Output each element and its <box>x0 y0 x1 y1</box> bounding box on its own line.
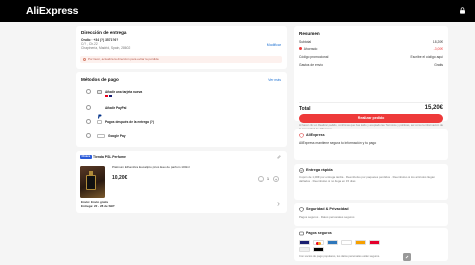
top-bar: AliExpress <box>0 0 475 22</box>
truck-icon <box>299 168 304 173</box>
security-card: Seguridad & Privacidad Pagos seguros · D… <box>294 203 448 226</box>
product-title[interactable]: Platinum Elhambra Eucalipto privé Eau de… <box>112 165 190 169</box>
total-label: Total <box>299 106 311 112</box>
summary-row-subtotal: Subtotal 18,20€ <box>299 40 443 44</box>
feedback-button[interactable] <box>403 253 411 261</box>
radio-button[interactable] <box>86 119 91 124</box>
amex-icon <box>327 240 338 245</box>
decrease-quantity-button[interactable]: - <box>258 176 264 182</box>
savings-dot-icon <box>299 47 302 50</box>
aliexpress-logo[interactable]: AliExpress <box>26 5 78 17</box>
secure-payments-title: Pagos seguros <box>306 231 332 235</box>
maestro-icon <box>355 240 366 245</box>
summary-card: Resumen Subtotal 18,20€ Ahorrado -3,00€ … <box>294 26 448 123</box>
address-card: Dirección de entrega Ondio · +34 (?) 357… <box>76 26 287 69</box>
warning-icon <box>83 58 86 61</box>
card-brand-icon <box>369 240 380 245</box>
pencil-icon <box>405 255 409 259</box>
radio-button[interactable] <box>86 105 91 110</box>
radio-button[interactable] <box>86 133 91 138</box>
summary-row-savings: Ahorrado -3,00€ <box>299 47 443 51</box>
address-title: Dirección de entrega <box>81 30 127 35</box>
payment-option-pay-later[interactable]: Pagos después de la entrega (?) <box>80 119 280 129</box>
row-label: Ahorrado <box>303 47 318 51</box>
klarna-logo-icon <box>299 247 310 252</box>
apple-pay-icon <box>313 247 324 252</box>
fast-delivery-text: Cupón de 1,00€ por entrega tardía · Reem… <box>299 175 435 183</box>
payment-option-label: Añadir PayPal <box>105 106 127 110</box>
security-title[interactable]: Seguridad & Privacidad <box>306 207 349 211</box>
fast-delivery-title[interactable]: Entrega rápida <box>306 168 333 172</box>
address-warning: Por favor, actualiza la dirección para e… <box>80 56 282 63</box>
summary-row-promo[interactable]: Código promocional Escribe el código aqu… <box>299 55 443 59</box>
shield-check-icon <box>299 207 304 212</box>
security-text: Pagos seguros · Datos personales seguros <box>299 215 355 219</box>
visa-icon <box>109 95 112 97</box>
address-warning-text: Por favor, actualiza la dirección para e… <box>88 57 159 61</box>
summary-row-shipping: Gastos de envío Gratis <box>299 63 443 67</box>
address-city: Chapinería, Madrid, Spain, 28602 <box>81 46 131 50</box>
card-icon <box>97 90 102 94</box>
gpay-icon <box>97 134 105 138</box>
promo-code-input[interactable]: Escribe el código aquí <box>411 55 443 59</box>
payment-title: Métodos de pago <box>81 77 119 82</box>
lock-icon <box>460 7 465 14</box>
payment-option-label: Pagos después de la entrega (?) <box>105 120 154 124</box>
row-value: 18,20€ <box>432 40 443 44</box>
choice-badge: Choice <box>80 155 92 159</box>
order-card: Choice Tienda PSL Perfume Platinum Elham… <box>76 151 287 213</box>
payment-logos <box>299 240 443 254</box>
mastercard-icon <box>313 240 324 245</box>
edit-icon[interactable] <box>277 155 281 159</box>
row-value: -3,00€ <box>433 47 443 51</box>
increase-quantity-button[interactable]: + <box>273 176 279 182</box>
secure-payments-card: Pagos seguros Con socios de pago popular… <box>294 228 448 261</box>
mastercard-icon <box>105 95 108 97</box>
shield-icon <box>299 133 304 138</box>
paypal-logo-icon <box>341 240 352 245</box>
store-name[interactable]: Tienda PSL Perfume <box>93 155 126 159</box>
secure-payments-text: Con socios de pago populares, tus datos … <box>299 255 380 258</box>
quantity-value: 1 <box>267 177 269 181</box>
payment-option-label: Añadir una tarjeta nueva <box>105 90 143 94</box>
brand-trust-text: AliExpress mantiene segura tu informació… <box>299 141 377 145</box>
fast-delivery-card: Entrega rápida Cupón de 1,00€ por entreg… <box>294 164 448 200</box>
payment-methods-card: Métodos de pago Ver más Añadir una tarje… <box>76 72 287 147</box>
row-label: Gastos de envío <box>299 63 324 67</box>
product-image[interactable] <box>80 166 105 198</box>
divider <box>299 102 443 103</box>
brand-name: AliExpress <box>306 133 325 137</box>
delivery-date: Entrega: 22 - 28 de SEP <box>81 204 115 208</box>
view-all-payment-link[interactable]: Ver más <box>268 78 281 82</box>
card-lock-icon <box>299 231 304 236</box>
payment-option-paypal[interactable]: Añadir PayPal <box>80 105 280 119</box>
row-value: Gratis <box>434 63 443 67</box>
visa-icon <box>299 240 310 245</box>
row-label: Subtotal <box>299 40 312 44</box>
row-label: Código promocional <box>299 55 329 59</box>
summary-title: Resumen <box>299 31 320 36</box>
payment-option-label: Google Pay <box>108 134 126 138</box>
payment-option-google-pay[interactable]: Google Pay <box>80 133 280 143</box>
place-order-button[interactable]: Realizar pedido <box>299 114 443 123</box>
payment-option-new-card[interactable]: Añadir una tarjeta nueva <box>80 89 280 99</box>
klarna-icon <box>97 120 102 124</box>
change-address-link[interactable]: Modificar <box>267 43 281 47</box>
product-price: 10,20€ <box>112 175 128 181</box>
radio-button[interactable] <box>86 89 91 94</box>
chevron-right-icon[interactable] <box>277 202 280 206</box>
brand-trust-card: AliExpress AliExpress mantiene segura tu… <box>294 129 448 160</box>
paypal-icon <box>97 106 102 119</box>
total-value: 15,20€ <box>424 105 443 111</box>
